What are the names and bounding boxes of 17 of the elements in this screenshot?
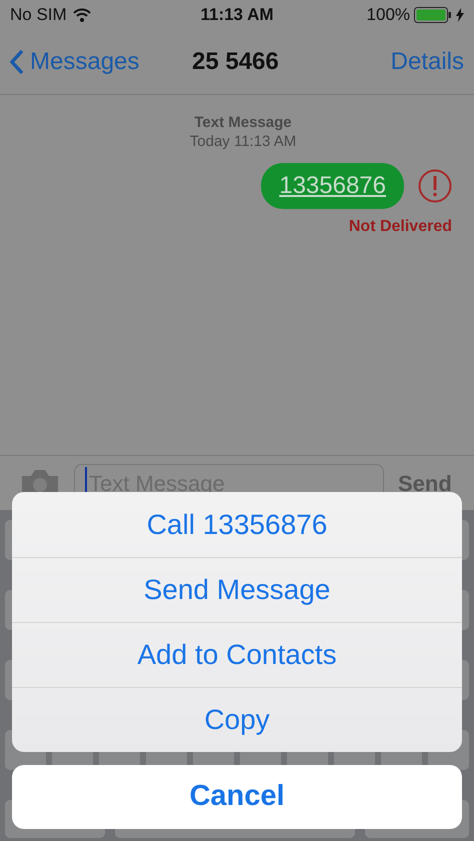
battery-icon	[414, 7, 452, 23]
action-sheet-option[interactable]: Copy	[12, 687, 462, 752]
action-sheet-option[interactable]: Send Message	[12, 557, 462, 622]
carrier-label: No SIM	[10, 4, 67, 26]
battery-percent: 100%	[366, 4, 410, 26]
delivery-status: Not Delivered	[348, 217, 452, 237]
thread-header: Text Message	[194, 113, 292, 132]
wifi-icon	[72, 8, 91, 22]
cancel-button[interactable]: Cancel	[12, 765, 462, 829]
conversation-title: 25 5466	[192, 47, 279, 77]
thread-timestamp: Today 11:13 AM	[190, 132, 296, 151]
message-bubble[interactable]: 13356876	[261, 163, 404, 209]
back-button[interactable]: Messages	[10, 44, 140, 80]
action-sheet-option[interactable]: Add to Contacts	[12, 622, 462, 687]
details-button[interactable]: Details	[390, 44, 464, 80]
back-chevron-icon	[10, 49, 24, 75]
clock-time: 11:13 AM	[200, 4, 274, 26]
